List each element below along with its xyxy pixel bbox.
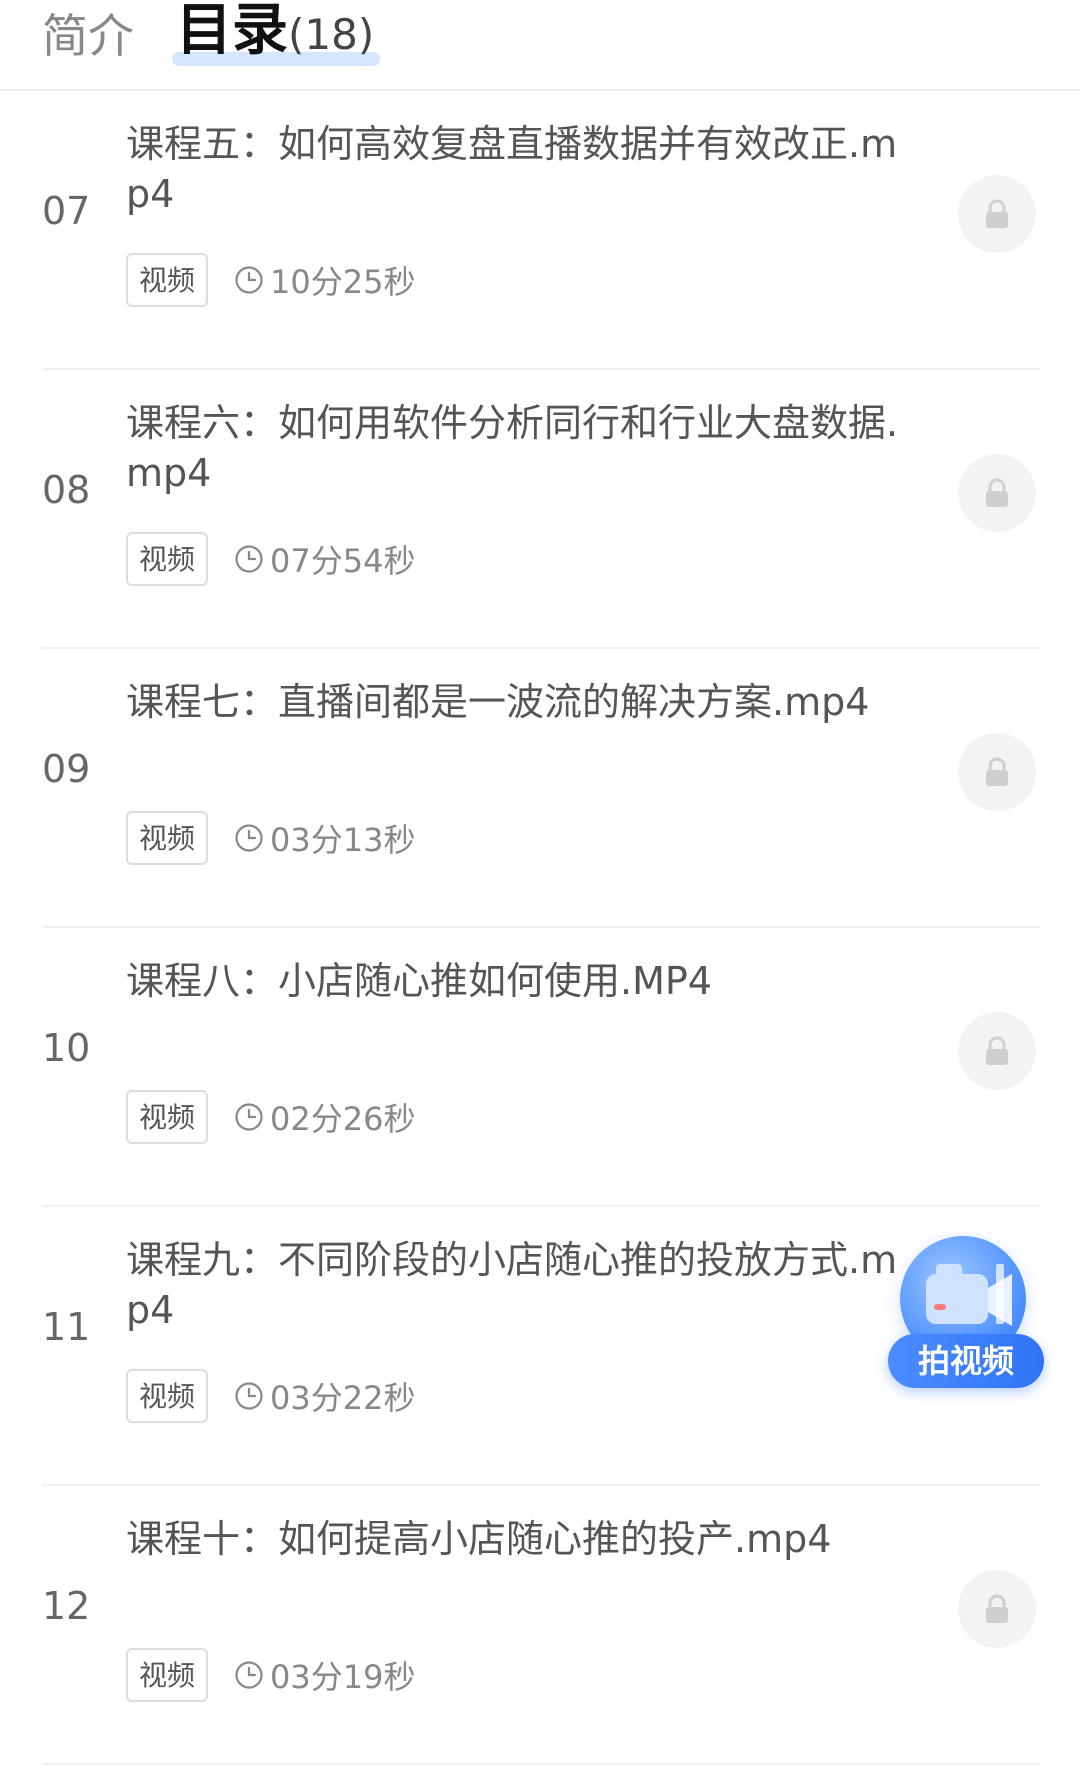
lesson-type-tag: 视频 — [126, 253, 208, 307]
lock-button[interactable] — [958, 733, 1036, 811]
clock-icon — [235, 1661, 263, 1689]
clock-icon — [235, 266, 263, 294]
lesson-meta: 视频 02分26秒 — [126, 1089, 415, 1145]
lesson-index: 07 — [42, 189, 91, 233]
lock-icon — [986, 199, 1008, 228]
lesson-duration: 02分26秒 — [270, 1100, 416, 1138]
shoot-video-label: 拍视频 — [888, 1334, 1044, 1388]
tab-bar: 简介 目录(18) — [0, 0, 1080, 91]
lesson-title: 课程六：如何用软件分析同行和行业大盘数据.mp4 — [126, 401, 899, 495]
lesson-duration: 03分22秒 — [270, 1379, 416, 1417]
tab-catalog-count: (18) — [288, 10, 375, 59]
lesson-item[interactable]: 09 课程七：直播间都是一波流的解决方案.mp4 视频 03分13秒 — [0, 649, 1080, 928]
lesson-title: 课程五：如何高效复盘直播数据并有效改正.mp4 — [126, 122, 898, 216]
tab-intro[interactable]: 简介 — [42, 6, 134, 66]
lesson-list: 07 课程五：如何高效复盘直播数据并有效改正.mp4 视频 10分25秒 08 … — [0, 91, 1080, 1765]
lesson-item[interactable]: 08 课程六：如何用软件分析同行和行业大盘数据.mp4 视频 07分54秒 — [0, 370, 1080, 649]
lesson-type-tag: 视频 — [126, 532, 208, 586]
tab-catalog-label: 目录 — [176, 0, 288, 63]
lesson-duration: 03分19秒 — [270, 1658, 416, 1696]
tab-catalog[interactable]: 目录(18) — [172, 0, 381, 66]
lesson-index: 09 — [42, 747, 91, 791]
lesson-duration: 10分25秒 — [270, 263, 416, 301]
lesson-duration: 07分54秒 — [270, 542, 416, 580]
lock-icon — [986, 478, 1008, 507]
lock-icon — [986, 757, 1008, 786]
lock-button[interactable] — [958, 1012, 1036, 1090]
lock-button[interactable] — [958, 454, 1036, 532]
lesson-meta: 视频 03分19秒 — [126, 1647, 415, 1703]
lesson-index: 08 — [42, 468, 91, 512]
lesson-meta: 视频 03分22秒 — [126, 1368, 415, 1424]
lesson-item[interactable]: 12 课程十：如何提高小店随心推的投产.mp4 视频 03分19秒 — [0, 1486, 1080, 1765]
lesson-item[interactable]: 10 课程八：小店随心推如何使用.MP4 视频 02分26秒 — [0, 928, 1080, 1207]
lesson-title: 课程十：如何提高小店随心推的投产.mp4 — [126, 1517, 832, 1561]
lesson-index: 11 — [42, 1305, 91, 1349]
lock-icon — [986, 1594, 1008, 1623]
clock-icon — [235, 1103, 263, 1131]
lesson-title: 课程七：直播间都是一波流的解决方案.mp4 — [126, 680, 870, 724]
lesson-type-tag: 视频 — [126, 1090, 208, 1144]
course-catalog-page: 简介 目录(18) 07 课程五：如何高效复盘直播数据并有效改正.mp4 视频 … — [0, 0, 1080, 1790]
lesson-type-tag: 视频 — [126, 1369, 208, 1423]
lesson-index: 12 — [42, 1584, 91, 1628]
lesson-item[interactable]: 07 课程五：如何高效复盘直播数据并有效改正.mp4 视频 10分25秒 — [0, 91, 1080, 370]
lesson-meta: 视频 10分25秒 — [126, 252, 415, 308]
lesson-index: 10 — [42, 1026, 91, 1070]
lock-icon — [986, 1036, 1008, 1065]
clock-icon — [235, 545, 263, 573]
lesson-duration: 03分13秒 — [270, 821, 416, 859]
divider — [42, 1763, 1040, 1765]
lesson-type-tag: 视频 — [126, 811, 208, 865]
lesson-meta: 视频 07分54秒 — [126, 531, 415, 587]
clock-icon — [235, 1382, 263, 1410]
lesson-title: 课程八：小店随心推如何使用.MP4 — [126, 959, 712, 1003]
lock-button[interactable] — [958, 1570, 1036, 1648]
lesson-type-tag: 视频 — [126, 1648, 208, 1702]
shoot-video-button[interactable]: 拍视频 — [884, 1228, 1048, 1398]
lesson-meta: 视频 03分13秒 — [126, 810, 415, 866]
lock-button[interactable] — [958, 175, 1036, 253]
lesson-title: 课程九：不同阶段的小店随心推的投放方式.mp4 — [126, 1238, 898, 1332]
clock-icon — [235, 824, 263, 852]
